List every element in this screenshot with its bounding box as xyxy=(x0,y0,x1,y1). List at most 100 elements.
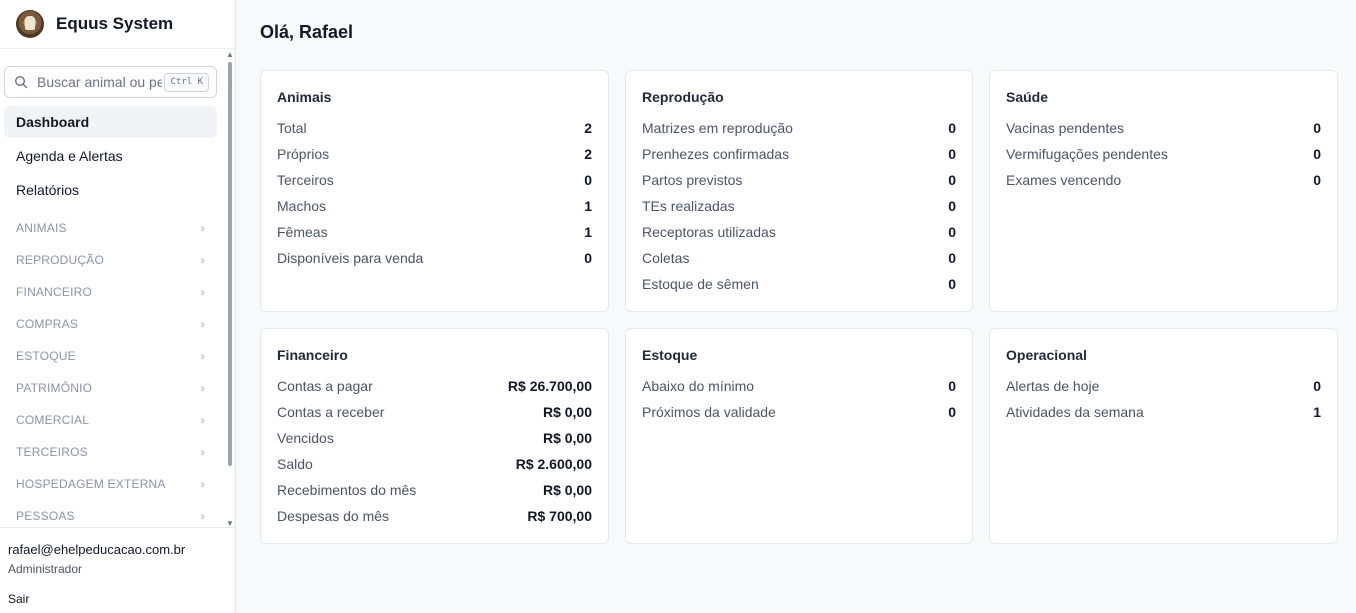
stat-value: R$ 700,00 xyxy=(527,508,592,524)
stat-value: 0 xyxy=(1313,172,1321,188)
stat-label: Próprios xyxy=(277,146,330,162)
section-label: HOSPEDAGEM EXTERNA xyxy=(16,477,166,491)
stat-row: Partos previstos 0 xyxy=(642,167,956,193)
stat-value: 1 xyxy=(584,198,592,214)
section-label: PATRIMÔNIO xyxy=(16,381,93,395)
stat-value: 2 xyxy=(584,146,592,162)
card-title: Financeiro xyxy=(277,347,348,363)
stat-row: Terceiros 0 xyxy=(277,167,592,193)
search-shortcut-badge: Ctrl K xyxy=(164,73,209,92)
card-reproducao: Reprodução Matrizes em reprodução 0 Prenh… xyxy=(625,70,973,312)
sidebar-scrollbar[interactable]: ▲ ▼ xyxy=(225,50,235,528)
card-title: Reprodução xyxy=(642,89,724,105)
stat-row: Saldo R$ 2.600,00 xyxy=(277,451,592,477)
stat-row: TEs realizadas 0 xyxy=(642,193,956,219)
scroll-down-arrow-icon[interactable]: ▼ xyxy=(226,519,234,528)
section-estoque[interactable]: ESTOQUE › xyxy=(4,340,217,372)
section-label: ESTOQUE xyxy=(16,349,76,363)
stat-label: Atividades da semana xyxy=(1006,404,1144,420)
stat-row: Total 2 xyxy=(277,115,592,141)
stat-row: Receptoras utilizadas 0 xyxy=(642,219,956,245)
scroll-up-arrow-icon[interactable]: ▲ xyxy=(226,50,234,59)
stat-label: Matrizes em reprodução xyxy=(642,120,793,136)
logout-button[interactable]: Sair xyxy=(8,592,235,606)
stat-row: Próximos da validade 0 xyxy=(642,399,956,425)
stat-label: Terceiros xyxy=(277,172,334,188)
section-comercial[interactable]: COMERCIAL › xyxy=(4,404,217,436)
stat-value: 0 xyxy=(584,250,592,266)
stat-value: 1 xyxy=(1313,404,1321,420)
user-role: Administrador xyxy=(8,562,83,576)
stat-label: Próximos da validade xyxy=(642,404,776,420)
stat-label: Contas a receber xyxy=(277,404,385,420)
section-label: PESSOAS xyxy=(16,509,75,523)
stat-value: R$ 0,00 xyxy=(542,482,592,498)
stat-row: Atividades da semana 1 xyxy=(1006,399,1321,425)
chevron-right-icon: › xyxy=(200,253,205,267)
stat-value: R$ 26.700,00 xyxy=(507,378,592,394)
stat-row: Machos 1 xyxy=(277,193,592,219)
chevron-right-icon: › xyxy=(200,317,205,331)
section-compras[interactable]: COMPRAS › xyxy=(4,308,217,340)
section-financeiro[interactable]: FINANCEIRO › xyxy=(4,276,217,308)
stat-label: Receptoras utilizadas xyxy=(642,224,776,240)
nav-item-relatorios[interactable]: Relatórios xyxy=(4,174,217,206)
nav-sections: ANIMAIS › REPRODUÇÃO › FINANCEIRO › COMPRAS… xyxy=(4,212,217,526)
section-pessoas[interactable]: PESSOAS › xyxy=(4,500,217,526)
stat-row: Vacinas pendentes 0 xyxy=(1006,115,1321,141)
nav-item-agenda-alertas[interactable]: Agenda e Alertas xyxy=(4,140,217,172)
user-email: rafael@ehelpeducacao.com.br xyxy=(8,542,186,557)
search-box[interactable]: Ctrl K xyxy=(4,66,217,98)
chevron-right-icon: › xyxy=(200,349,205,363)
chevron-right-icon: › xyxy=(200,445,205,459)
stat-value: 2 xyxy=(584,120,592,136)
stat-row: Próprios 2 xyxy=(277,141,592,167)
stat-value: 0 xyxy=(948,378,956,394)
brand-header[interactable]: Equus System xyxy=(0,0,235,49)
stat-value: 0 xyxy=(948,404,956,420)
sidebar: Equus System Ctrl K Dashboard Agenda e A… xyxy=(0,0,236,613)
card-title: Operacional xyxy=(1006,347,1087,363)
nav-item-dashboard[interactable]: Dashboard xyxy=(4,106,217,138)
stat-label: Vacinas pendentes xyxy=(1006,120,1125,136)
stat-row: Contas a pagar R$ 26.700,00 xyxy=(277,373,592,399)
section-terceiros[interactable]: TERCEIROS › xyxy=(4,436,217,468)
stat-label: Contas a pagar xyxy=(277,378,373,394)
stat-label: Vencidos xyxy=(277,430,334,446)
section-reproducao[interactable]: REPRODUÇÃO › xyxy=(4,244,217,276)
stat-row: Abaixo do mínimo 0 xyxy=(642,373,956,399)
card-title: Saúde xyxy=(1006,89,1049,105)
chevron-right-icon: › xyxy=(200,221,205,235)
user-panel: rafael@ehelpeducacao.com.br Administrado… xyxy=(0,527,235,613)
section-label: ANIMAIS xyxy=(16,221,67,235)
stat-value: 0 xyxy=(1313,120,1321,136)
stat-row: Coletas 0 xyxy=(642,245,956,271)
stat-value: 0 xyxy=(1313,378,1321,394)
brand-logo xyxy=(16,10,44,38)
section-label: COMERCIAL xyxy=(16,413,90,427)
stat-value: 0 xyxy=(584,172,592,188)
stat-value: R$ 2.600,00 xyxy=(515,456,592,472)
chevron-right-icon: › xyxy=(200,413,205,427)
chevron-right-icon: › xyxy=(200,285,205,299)
stat-value: 0 xyxy=(948,198,956,214)
stat-label: Estoque de sêmen xyxy=(642,276,759,292)
stat-row: Contas a receber R$ 0,00 xyxy=(277,399,592,425)
section-hospedagem-externa[interactable]: HOSPEDAGEM EXTERNA › xyxy=(4,468,217,500)
card-financeiro: Financeiro Contas a pagar R$ 26.700,00 Co… xyxy=(260,328,609,544)
section-patrimonio[interactable]: PATRIMÔNIO › xyxy=(4,372,217,404)
section-animais[interactable]: ANIMAIS › xyxy=(4,212,217,244)
stat-label: Abaixo do mínimo xyxy=(642,378,755,394)
stat-label: Total xyxy=(277,120,307,136)
search-input[interactable] xyxy=(37,74,162,90)
stat-label: Coletas xyxy=(642,250,690,266)
stat-value: 0 xyxy=(948,172,956,188)
stat-value: 1 xyxy=(584,224,592,240)
card-saude: Saúde Vacinas pendentes 0 Vermifugações p… xyxy=(989,70,1338,312)
section-label: FINANCEIRO xyxy=(16,285,93,299)
scrollbar-thumb[interactable] xyxy=(228,62,232,466)
main-nav: Dashboard Agenda e Alertas Relatórios xyxy=(4,106,217,208)
stat-row: Despesas do mês R$ 700,00 xyxy=(277,503,592,529)
stat-label: Machos xyxy=(277,198,327,214)
stat-row: Fêmeas 1 xyxy=(277,219,592,245)
